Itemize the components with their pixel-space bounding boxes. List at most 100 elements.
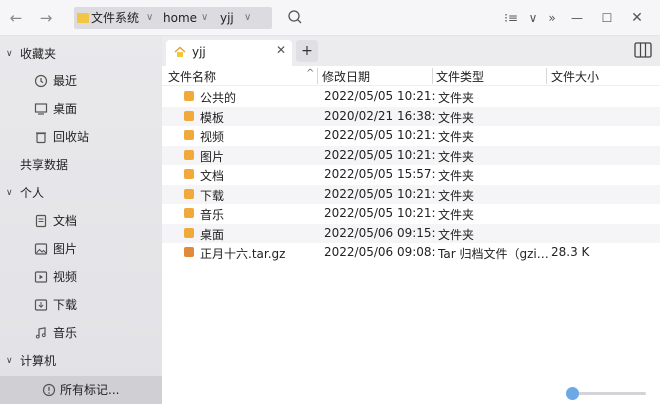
sidebar-item-label: 视频 [53, 270, 78, 284]
sidebar-item-label: 最近 [53, 74, 78, 88]
file-modified: 2022/05/05 15:57:41 [324, 167, 436, 181]
sidebar-item-desktop[interactable]: 桌面 [0, 95, 162, 123]
file-modified: 2022/05/05 10:21:10 [324, 186, 436, 201]
file-name: 公共的 [200, 91, 237, 105]
file-name: 正月十六.tar.gz [200, 247, 286, 261]
sidebar-item-music[interactable]: 音乐 [0, 319, 162, 347]
file-type: Tar 归档文件（gzi… [438, 247, 548, 261]
sidebar-section-shared[interactable]: 共享数据 [0, 151, 162, 179]
new-tab-button[interactable]: + [296, 40, 318, 62]
sidebar-section-label: 共享数据 [20, 158, 69, 172]
file-modified: 2022/05/06 09:08:46 [324, 245, 436, 259]
column-header-size[interactable]: 文件大小 [551, 68, 599, 85]
video-icon [34, 271, 48, 283]
sidebar-item-label: 文档 [53, 214, 78, 228]
tab-yjj[interactable]: yjj ✕ [166, 40, 292, 66]
file-modified: 2020/02/21 16:38:27 [324, 108, 436, 123]
file-list: 文件名称 ^ 修改日期 文件类型 文件大小 公共的 2022/05/05 10:… [162, 66, 660, 404]
close-icon[interactable]: ✕ [276, 43, 286, 57]
table-row[interactable]: 文档 2022/05/05 15:57:41 文件夹 [162, 165, 660, 185]
forward-arrow-icon[interactable]: → [36, 8, 56, 28]
sidebar-item-videos[interactable]: 视频 [0, 263, 162, 291]
folder-icon [77, 13, 89, 23]
file-type: 文件夹 [438, 130, 475, 144]
view-list-icon[interactable]: ⁝≡ [502, 9, 520, 27]
column-header-name[interactable]: 文件名称 [168, 68, 216, 85]
column-divider[interactable] [317, 68, 318, 84]
file-name: 音乐 [200, 208, 225, 222]
file-name: 图片 [200, 149, 225, 164]
file-type: 文件夹 [438, 91, 475, 105]
table-row[interactable]: 下载 2022/05/05 10:21:10 文件夹 [162, 184, 660, 204]
sidebar-item-recent[interactable]: 最近 [0, 67, 162, 95]
folder-icon [184, 188, 194, 199]
more-icon[interactable]: » [543, 9, 561, 27]
sidebar-item-trash[interactable]: 回收站 [0, 123, 162, 151]
file-size: 28.3 K [551, 245, 590, 259]
chevron-down-icon[interactable]: ∨ [6, 40, 13, 68]
file-rows: 公共的 2022/05/05 10:21:10 文件夹 模板 2020/02/2… [162, 87, 660, 267]
table-row[interactable]: 图片 2022/05/05 10:21:10 文件夹 [162, 145, 660, 165]
table-row[interactable]: 模板 2020/02/21 16:38:27 文件夹 [162, 106, 660, 126]
sidebar-item-pictures[interactable]: 图片 [0, 235, 162, 263]
table-row[interactable]: 正月十六.tar.gz 2022/05/06 09:08:46 Tar 归档文件… [162, 243, 660, 263]
zoom-slider-handle[interactable] [566, 387, 579, 400]
file-modified: 2022/05/05 10:21:10 [324, 89, 436, 103]
folder-icon [184, 110, 194, 121]
table-row[interactable]: 桌面 2022/05/06 09:15:05 文件夹 [162, 223, 660, 243]
back-arrow-icon[interactable]: ← [6, 8, 26, 28]
sidebar-section-computer[interactable]: ∨ 计算机 [0, 347, 162, 375]
breadcrumb: 文件系统 ∨ home ∨ yjj ∨ [74, 7, 274, 29]
table-row[interactable]: 音乐 2022/05/05 10:21:10 文件夹 [162, 204, 660, 224]
folder-icon [184, 91, 194, 101]
breadcrumb-item-home[interactable]: home [163, 7, 197, 29]
table-row[interactable]: 公共的 2022/05/05 10:21:10 文件夹 [162, 87, 660, 107]
sidebar: ∨ 收藏夹 最近 桌面 回收站 共享数据 ∨ 个人 文档 图片 视频 下载 音乐… [0, 36, 162, 404]
sidebar-item-label: 图片 [53, 242, 78, 256]
sidebar-item-documents[interactable]: 文档 [0, 207, 162, 235]
chevron-right-icon[interactable]: ∨ [6, 347, 13, 375]
breadcrumb-item-filesystem[interactable]: 文件系统 [91, 7, 139, 29]
toolbar: ← → 文件系统 ∨ home ∨ yjj ∨ ⁝≡ ∨ » — ☐ ✕ [0, 0, 660, 36]
sidebar-item-all-tags[interactable]: 所有标记... [0, 376, 162, 404]
tab-strip: yjj ✕ + [162, 36, 660, 66]
sidebar-item-label: 下载 [53, 298, 78, 312]
search-icon[interactable] [286, 8, 304, 26]
home-icon [174, 46, 186, 57]
file-name: 文档 [200, 169, 225, 183]
file-type: 文件夹 [438, 227, 475, 242]
sidebar-item-downloads[interactable]: 下载 [0, 291, 162, 319]
file-modified: 2022/05/05 10:21:10 [324, 128, 436, 142]
info-icon [42, 383, 56, 397]
maximize-icon[interactable]: ☐ [598, 9, 616, 27]
file-modified: 2022/05/05 10:21:10 [324, 147, 436, 162]
sort-up-icon[interactable]: ^ [306, 68, 314, 79]
table-row[interactable]: 视频 2022/05/05 10:21:10 文件夹 [162, 126, 660, 146]
sidebar-item-label: 音乐 [53, 326, 78, 340]
trash-icon [36, 132, 46, 144]
column-divider[interactable] [546, 68, 547, 84]
picture-icon [34, 243, 48, 255]
column-header-modified[interactable]: 修改日期 [322, 68, 370, 85]
close-icon[interactable]: ✕ [628, 9, 646, 27]
chevron-down-icon[interactable]: ∨ [524, 9, 542, 27]
column-header: 文件名称 ^ 修改日期 文件类型 文件大小 [162, 66, 660, 86]
breadcrumb-item-yjj[interactable]: yjj [220, 7, 234, 29]
sidebar-section-favorites[interactable]: ∨ 收藏夹 [0, 40, 162, 68]
file-type: 文件夹 [438, 188, 475, 203]
sidebar-section-personal[interactable]: ∨ 个人 [0, 179, 162, 207]
column-header-type[interactable]: 文件类型 [436, 68, 484, 85]
file-type: 文件夹 [438, 208, 475, 222]
zoom-slider-track[interactable] [570, 392, 646, 395]
folder-icon [184, 208, 194, 218]
column-divider[interactable] [432, 68, 433, 84]
chevron-down-icon[interactable]: ∨ [6, 179, 13, 207]
file-name: 视频 [200, 130, 225, 144]
sidebar-item-label: 回收站 [53, 130, 90, 144]
file-name: 下载 [200, 188, 225, 203]
file-modified: 2022/05/05 10:21:10 [324, 206, 436, 220]
columns-view-icon[interactable] [634, 42, 652, 58]
folder-icon [184, 227, 194, 238]
minimize-icon[interactable]: — [568, 9, 586, 27]
file-modified: 2022/05/06 09:15:05 [324, 225, 436, 240]
